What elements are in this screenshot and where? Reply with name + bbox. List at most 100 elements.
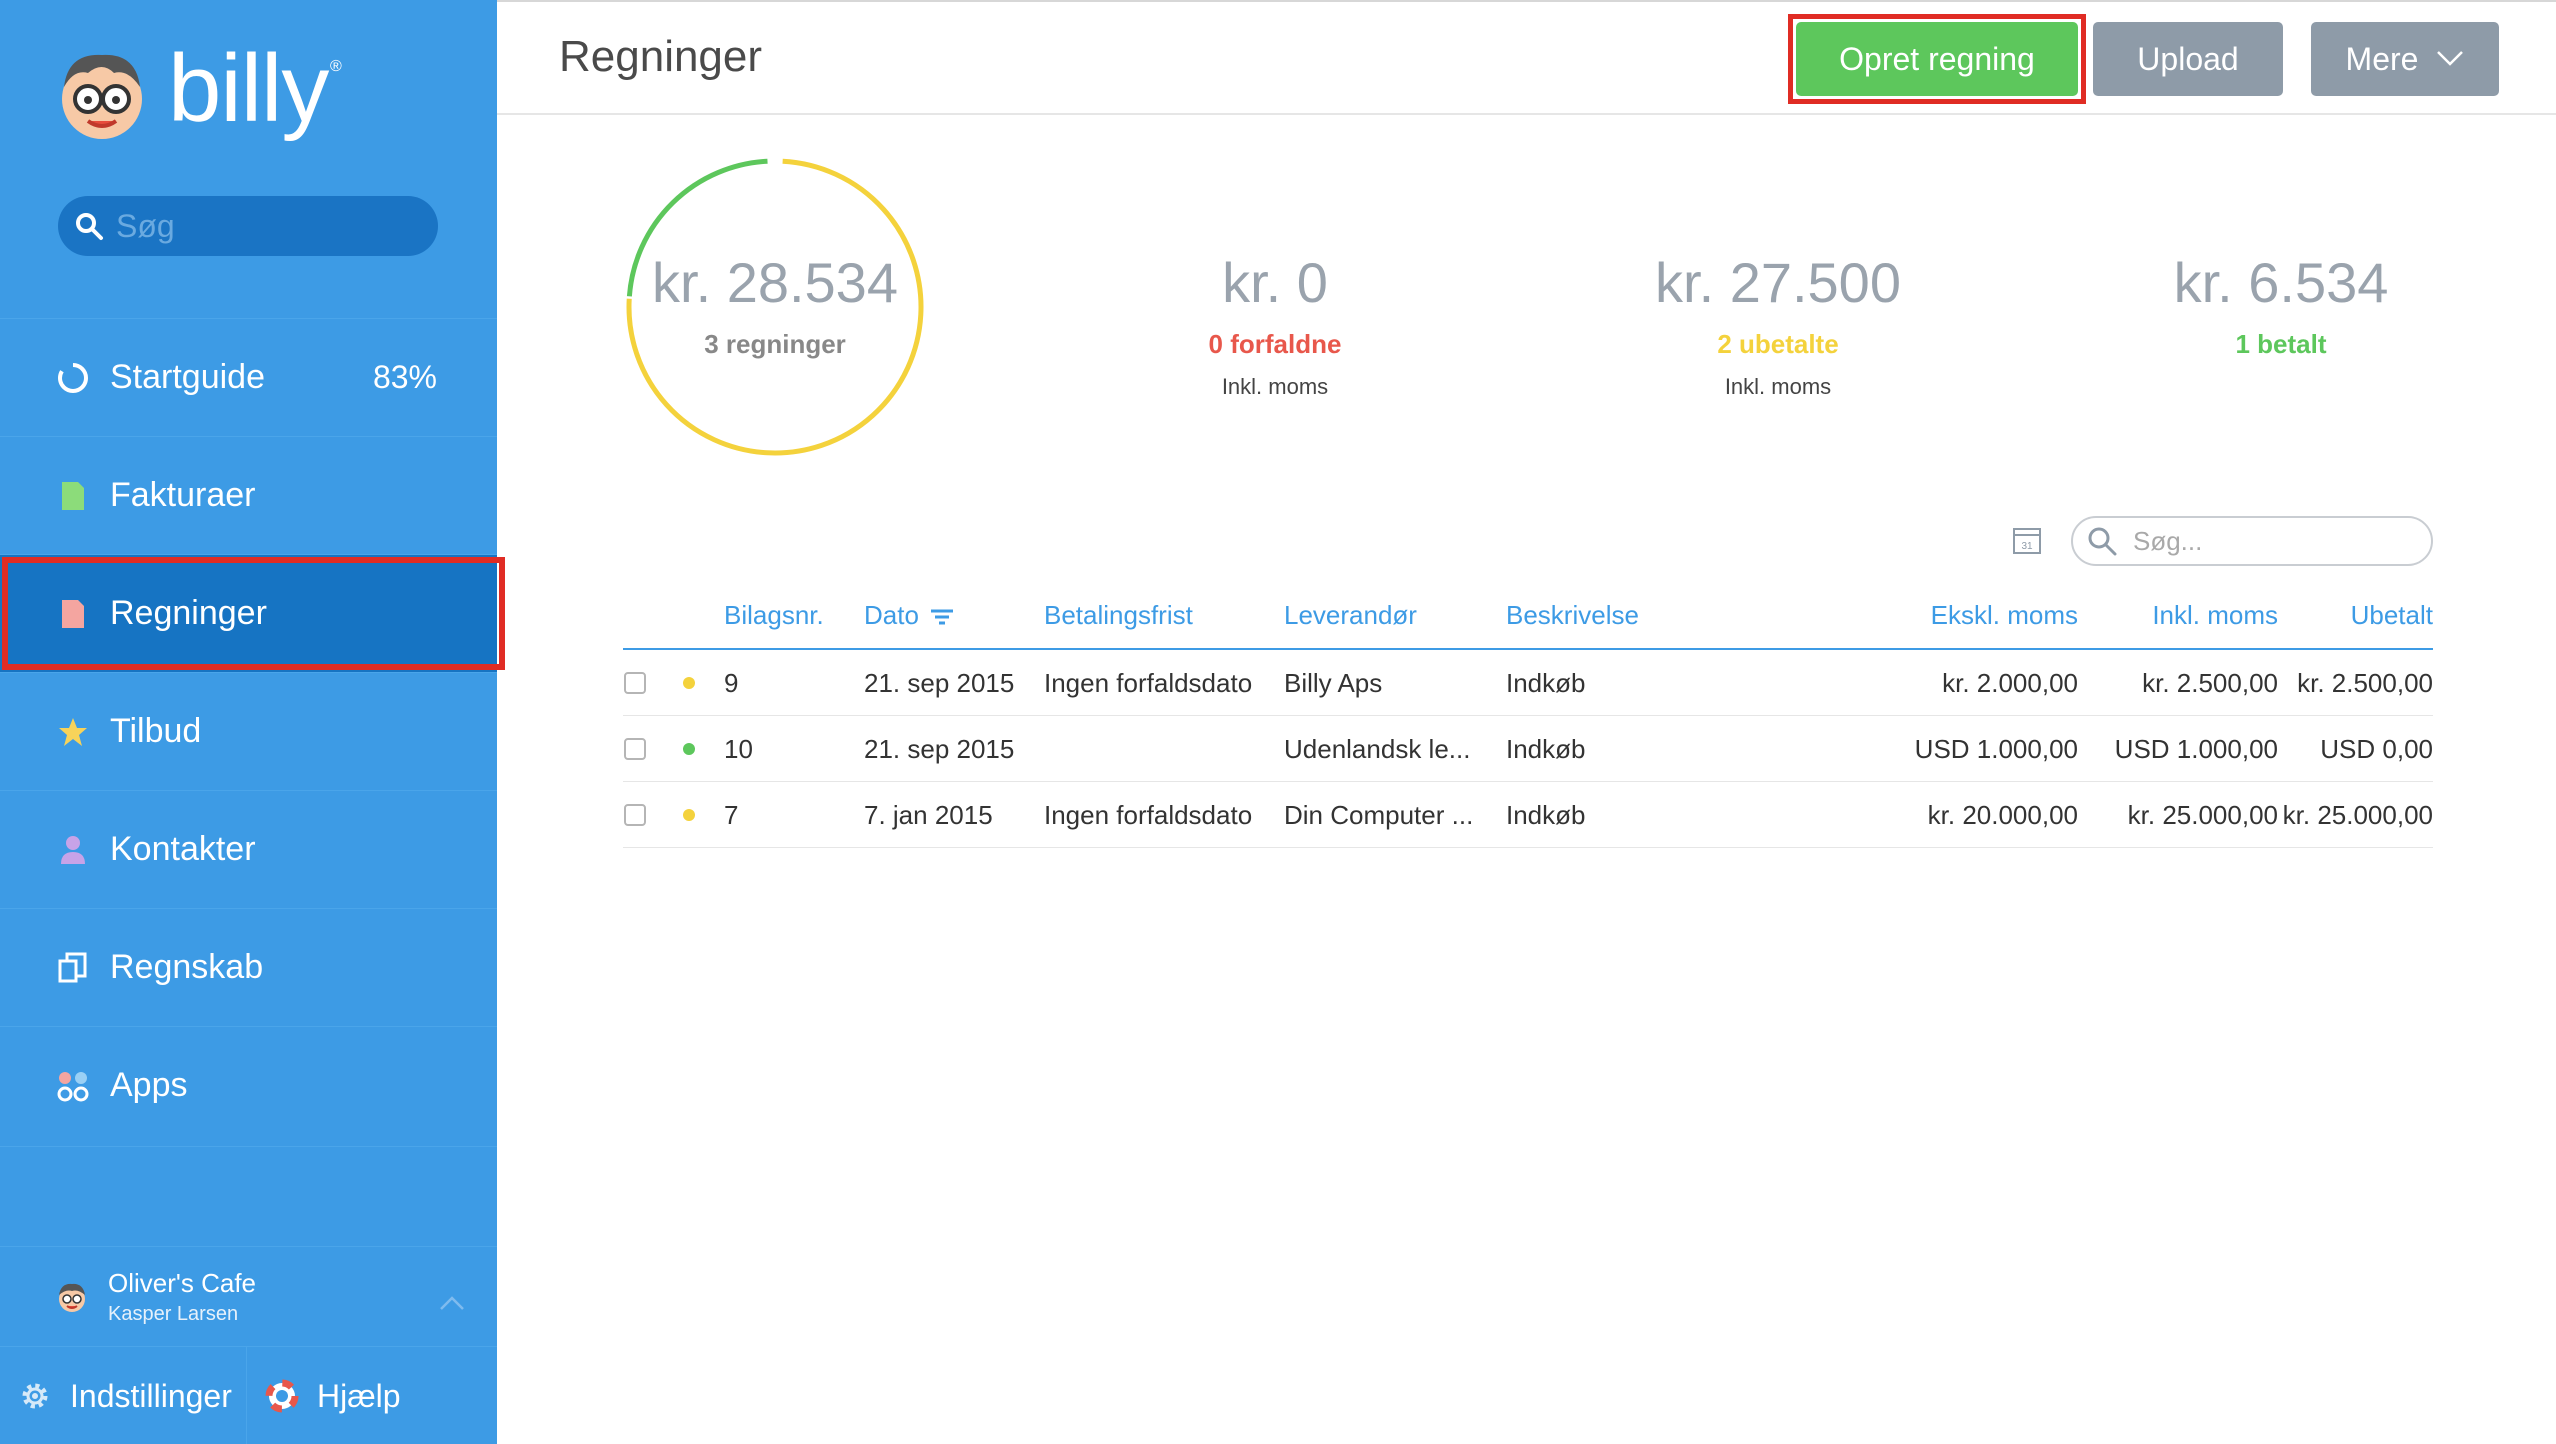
organization-name: Oliver's Cafe xyxy=(108,1267,257,1298)
sidebar-item-label: Fakturaer xyxy=(110,476,256,514)
sidebar-item-startguide[interactable]: Startguide 83% xyxy=(0,318,497,436)
overdue-label: 0 forfaldne xyxy=(1208,329,1342,359)
startguide-progress: 83% xyxy=(372,359,437,395)
sidebar-item-tilbud[interactable]: Tilbud xyxy=(0,672,497,790)
cell-excl-vat: USD 1.000,00 xyxy=(1914,734,2078,764)
upload-button[interactable]: Upload xyxy=(2093,22,2283,96)
cell-excl-vat: kr. 2.000,00 xyxy=(1942,668,2078,698)
stat-total[interactable]: kr. 28.534 3 regninger xyxy=(575,250,975,360)
stat-unpaid[interactable]: kr. 27.500 2 ubetalte Inkl. moms xyxy=(1578,250,1978,400)
cell-description: Indkøb xyxy=(1506,800,1586,830)
logo[interactable]: billy ® xyxy=(58,41,342,144)
cell-unpaid: USD 0,00 xyxy=(2320,734,2433,764)
table-header: Bilagsnr. Dato Betalingsfrist Leverandør… xyxy=(623,588,2433,650)
sidebar-item-label: Regnskab xyxy=(110,948,264,986)
cell-number: 7 xyxy=(724,800,739,830)
create-bill-button[interactable]: Opret regning xyxy=(1788,14,2086,104)
row-checkbox[interactable] xyxy=(624,672,646,694)
column-header-number[interactable]: Bilagsnr. xyxy=(724,600,824,631)
sidebar-item-regninger[interactable]: Regninger xyxy=(0,554,505,672)
status-dot xyxy=(683,677,695,689)
sidebar-search-input[interactable] xyxy=(116,207,396,245)
cell-due: Ingen forfaldsdato xyxy=(1044,668,1253,698)
table-row[interactable]: 9 21. sep 2015 Ingen forfaldsdato Billy … xyxy=(623,650,2433,716)
cell-unpaid: kr. 2.500,00 xyxy=(2297,668,2433,698)
search-icon xyxy=(2088,527,2117,556)
column-header-description[interactable]: Beskrivelse xyxy=(1506,600,1639,631)
total-amount: kr. 28.534 xyxy=(652,251,898,314)
cell-supplier: Din Computer ... xyxy=(1284,800,1474,830)
sidebar-item-label: Tilbud xyxy=(110,712,202,750)
registered-mark: ® xyxy=(330,58,342,75)
settings-button[interactable]: Indstillinger xyxy=(0,1347,246,1444)
column-header-due[interactable]: Betalingsfrist xyxy=(1044,600,1193,631)
column-header-unpaid[interactable]: Ubetalt xyxy=(2351,600,2433,631)
help-label: Hjælp xyxy=(317,1377,401,1414)
row-checkbox[interactable] xyxy=(624,804,646,826)
stat-paid[interactable]: kr. 6.534 1 betalt xyxy=(2081,250,2481,360)
divider xyxy=(0,1146,497,1147)
page-title: Regninger xyxy=(559,32,763,81)
avatar xyxy=(59,1283,85,1312)
cell-incl-vat: kr. 25.000,00 xyxy=(2127,800,2278,830)
cell-description: Indkøb xyxy=(1506,668,1586,698)
organization-info: Oliver's Cafe Kasper Larsen xyxy=(108,1268,256,1326)
sidebar: billy ® Startguide 83% Fakturaer Re xyxy=(0,0,505,1444)
column-header-excl-vat[interactable]: Ekskl. moms xyxy=(1931,600,2078,631)
sidebar-item-apps[interactable]: Apps xyxy=(0,1026,497,1144)
chevron-down-icon xyxy=(2436,45,2464,73)
sidebar-item-label: Startguide xyxy=(110,358,265,396)
sidebar-item-regnskab[interactable]: Regnskab xyxy=(0,908,497,1026)
gear-icon xyxy=(18,1379,52,1413)
organization-switcher[interactable]: Oliver's Cafe Kasper Larsen xyxy=(0,1246,497,1346)
document-icon xyxy=(56,479,90,513)
user-name: Kasper Larsen xyxy=(108,1302,239,1325)
settings-label: Indstillinger xyxy=(70,1377,232,1414)
help-button[interactable]: Hjælp xyxy=(247,1347,497,1444)
sidebar-item-kontakter[interactable]: Kontakter xyxy=(0,790,497,908)
search-icon xyxy=(76,213,103,240)
sidebar-item-fakturaer[interactable]: Fakturaer xyxy=(0,436,497,554)
column-header-supplier[interactable]: Leverandør xyxy=(1284,600,1417,631)
calendar-day: 31 xyxy=(2021,541,2033,552)
row-checkbox[interactable] xyxy=(624,738,646,760)
header: Regninger Opret regning Upload Mere xyxy=(497,0,2556,115)
cell-description: Indkøb xyxy=(1506,734,1586,764)
more-button[interactable]: Mere xyxy=(2311,22,2499,96)
cell-excl-vat: kr. 20.000,00 xyxy=(1927,800,2078,830)
bill-icon xyxy=(56,597,90,631)
more-label: Mere xyxy=(2345,40,2419,77)
cell-date: 21. sep 2015 xyxy=(864,668,1015,698)
paid-amount: kr. 6.534 xyxy=(2173,251,2389,314)
column-header-incl-vat[interactable]: Inkl. moms xyxy=(2152,600,2278,631)
total-count: 3 regninger xyxy=(704,329,846,359)
table-search[interactable] xyxy=(2071,516,2433,566)
column-header-label: Dato xyxy=(864,600,919,630)
star-icon xyxy=(56,715,90,749)
cell-supplier: Billy Aps xyxy=(1284,668,1383,698)
calendar-icon[interactable]: 31 xyxy=(2012,525,2042,555)
sidebar-item-label: Regninger xyxy=(110,594,267,632)
sidebar-search[interactable] xyxy=(58,196,438,256)
column-header-date[interactable]: Dato xyxy=(864,600,954,631)
chevron-up-icon[interactable] xyxy=(439,1287,465,1318)
cell-incl-vat: kr. 2.500,00 xyxy=(2142,668,2278,698)
summary-stats: kr. 28.534 3 regninger kr. 0 0 forfaldne… xyxy=(497,115,2556,495)
sidebar-footer: Indstillinger Hjælp xyxy=(0,1346,497,1444)
table-row[interactable]: 7 7. jan 2015 Ingen forfaldsdato Din Com… xyxy=(623,782,2433,848)
billy-mascot-icon xyxy=(62,54,142,139)
sidebar-nav: Startguide 83% Fakturaer Regninger Tilbu… xyxy=(0,318,505,1144)
bills-table: Bilagsnr. Dato Betalingsfrist Leverandør… xyxy=(623,588,2433,848)
sidebar-item-label: Apps xyxy=(110,1066,188,1104)
table-search-input[interactable] xyxy=(2133,525,2413,557)
progress-ring-icon xyxy=(56,361,90,395)
table-row[interactable]: 10 21. sep 2015 Udenlandsk le... Indkøb … xyxy=(623,716,2433,782)
cell-date: 7. jan 2015 xyxy=(864,800,993,830)
status-dot xyxy=(683,809,695,821)
overdue-amount: kr. 0 xyxy=(1222,251,1328,314)
cell-unpaid: kr. 25.000,00 xyxy=(2282,800,2433,830)
apps-icon xyxy=(56,1069,90,1103)
cell-date: 21. sep 2015 xyxy=(864,734,1015,764)
stat-overdue[interactable]: kr. 0 0 forfaldne Inkl. moms xyxy=(1075,250,1475,400)
cell-number: 10 xyxy=(724,734,753,764)
